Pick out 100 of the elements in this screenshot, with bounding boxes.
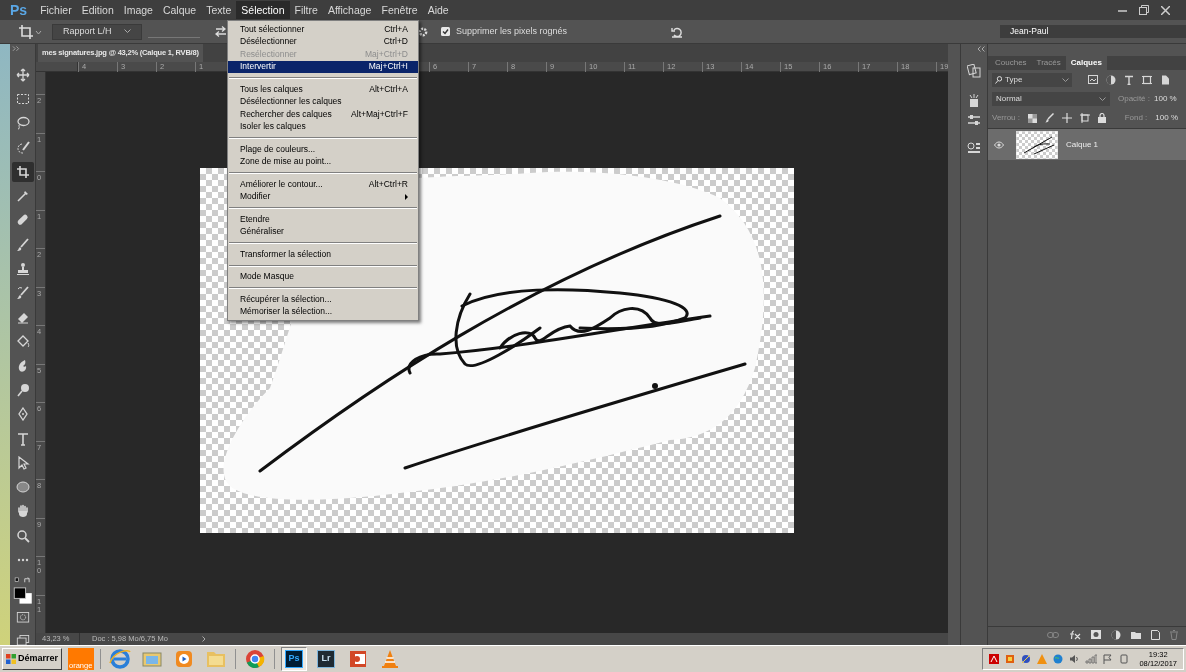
new-layer-icon[interactable] — [1151, 629, 1160, 640]
brush-icon[interactable] — [1045, 113, 1054, 123]
crop-icon — [15, 164, 30, 179]
properties-panel-icon[interactable] — [967, 142, 981, 154]
folder-icon[interactable] — [1131, 630, 1141, 639]
restore-icon[interactable] — [1139, 5, 1149, 15]
bucket-icon — [15, 334, 30, 349]
quick-select-brush-icon — [15, 140, 30, 155]
ellipse-icon — [15, 480, 30, 495]
shape-filter-icon[interactable] — [1142, 75, 1152, 85]
menu-item[interactable]: Mode Masque — [228, 270, 418, 283]
color-swatches-icon[interactable] — [11, 586, 34, 604]
satellite-icon[interactable] — [1021, 654, 1032, 664]
pdf-icon[interactable] — [989, 654, 1000, 664]
adjustment-filter-icon[interactable] — [1106, 75, 1116, 85]
menu-item[interactable]: Fenêtre — [376, 1, 423, 19]
workspace-field[interactable]: Jean-Paul — [1000, 25, 1186, 38]
opacity-field[interactable]: 100 % — [1154, 93, 1177, 105]
taskbar-button[interactable]: Ps — [281, 647, 308, 671]
move-icon — [15, 67, 30, 82]
menu-item[interactable]: Etendre — [228, 213, 418, 226]
menu-item[interactable]: Texte — [201, 1, 237, 19]
menu-item[interactable]: Affichage — [322, 1, 377, 19]
eraser-icon — [15, 310, 30, 325]
image-filter-icon[interactable] — [1088, 75, 1098, 84]
layer-mask-icon[interactable] — [1091, 630, 1101, 639]
menu-item[interactable]: Sélection — [236, 1, 290, 19]
lock-icon[interactable] — [1098, 113, 1106, 123]
chevron-right-icon[interactable] — [202, 636, 206, 642]
app-logo: Ps — [10, 0, 28, 20]
layer-thumbnail — [1016, 130, 1058, 159]
browser-e-icon — [109, 648, 132, 670]
caret-icon — [1062, 77, 1069, 83]
reset-icon[interactable] — [671, 25, 684, 38]
menu-item[interactable]: Tous les calques Alt+Ctrl+A — [228, 83, 418, 96]
quick-mask-icon[interactable] — [15, 612, 30, 623]
panel-tab[interactable]: Tracés — [1031, 56, 1066, 70]
screen-mode-icon[interactable] — [15, 634, 30, 645]
caret-icon — [124, 29, 131, 34]
menu-item[interactable]: Fichier — [35, 1, 77, 19]
filter-dropdown[interactable]: Type — [992, 73, 1072, 87]
eye-icon[interactable] — [994, 140, 1004, 149]
fill-field[interactable]: 100 % — [1155, 112, 1178, 124]
layer-row[interactable]: Calque 1 — [988, 128, 1186, 160]
tool-button[interactable] — [11, 162, 34, 182]
menu-item[interactable]: Désélectionner les calques — [228, 95, 418, 108]
adjustment-layer-icon[interactable] — [1111, 629, 1121, 640]
history-panel-icon[interactable] — [967, 64, 981, 78]
sliders-icon[interactable] — [967, 114, 981, 126]
close-icon[interactable] — [1161, 5, 1170, 15]
menu-item[interactable]: Désélectionner Ctrl+D — [228, 35, 418, 48]
swap-icon[interactable] — [215, 26, 227, 37]
menu-item[interactable]: Edition — [76, 1, 119, 19]
speaker-icon[interactable] — [1069, 654, 1080, 664]
menu-item[interactable]: Calque — [157, 1, 202, 19]
smart-object-filter-icon[interactable] — [1160, 75, 1170, 85]
menu-item[interactable]: Intervertir Maj+Ctrl+I — [228, 60, 418, 73]
collapse-icon[interactable] — [977, 46, 985, 52]
menu-item[interactable]: Isoler les calques — [228, 120, 418, 133]
fx-icon[interactable] — [1069, 629, 1081, 640]
taskbar-button[interactable] — [107, 647, 134, 671]
lock-transparency-icon[interactable] — [1028, 113, 1037, 123]
menu-item[interactable]: Généraliser — [228, 225, 418, 238]
menu-item[interactable]: Rechercher des calques Alt+Maj+Ctrl+F — [228, 108, 418, 121]
globe-icon[interactable] — [1053, 654, 1064, 664]
layer-name: Calque 1 — [1066, 138, 1099, 151]
menu-item[interactable]: Zone de mise au point... — [228, 155, 418, 168]
checkbox[interactable] — [441, 27, 450, 36]
settings-icon[interactable] — [417, 25, 429, 38]
menu-item[interactable]: Récupérer la sélection... — [228, 293, 418, 306]
menu-item[interactable]: Modifier — [228, 190, 418, 203]
zoom-icon — [15, 528, 30, 543]
adjustments-panel-icon[interactable] — [968, 94, 980, 108]
swap-colors-icon[interactable] — [12, 576, 33, 584]
move-icon[interactable] — [1062, 113, 1072, 123]
menu-item[interactable]: Plage de couleurs... — [228, 143, 418, 156]
type-tool-icon — [15, 431, 30, 446]
menu-item[interactable]: Aide — [422, 1, 454, 19]
menu-item[interactable]: Filtre — [289, 1, 323, 19]
menu-item[interactable]: Transformer la sélection — [228, 248, 418, 261]
menu-item[interactable]: Tout sélectionner Ctrl+A — [228, 23, 418, 36]
menu-item[interactable]: Améliorer le contour... Alt+Ctrl+R — [228, 178, 418, 191]
ratio-dropdown[interactable]: Rapport L/H — [52, 23, 142, 40]
panel-tab[interactable]: Couches — [990, 56, 1032, 70]
history-brush-icon — [15, 286, 30, 301]
panel-tab[interactable]: Calques — [1065, 56, 1107, 70]
crop-icon[interactable] — [18, 23, 42, 40]
start-button[interactable]: Démarrer — [2, 648, 63, 670]
hand-icon — [15, 504, 30, 519]
search-icon — [995, 76, 1002, 84]
lollipop-icon — [15, 383, 30, 398]
device-icon[interactable] — [1119, 654, 1130, 664]
marquee-icon — [15, 92, 30, 107]
menu-item[interactable]: Mémoriser la sélection... — [228, 305, 418, 318]
artboard-icon[interactable] — [1080, 113, 1090, 123]
blend-mode-dropdown[interactable]: Normal — [992, 92, 1110, 106]
eyedropper-icon — [15, 189, 30, 204]
type-filter-icon[interactable] — [1124, 75, 1134, 85]
menu-item[interactable]: Image — [118, 1, 158, 19]
flag-icon[interactable] — [1103, 654, 1114, 664]
